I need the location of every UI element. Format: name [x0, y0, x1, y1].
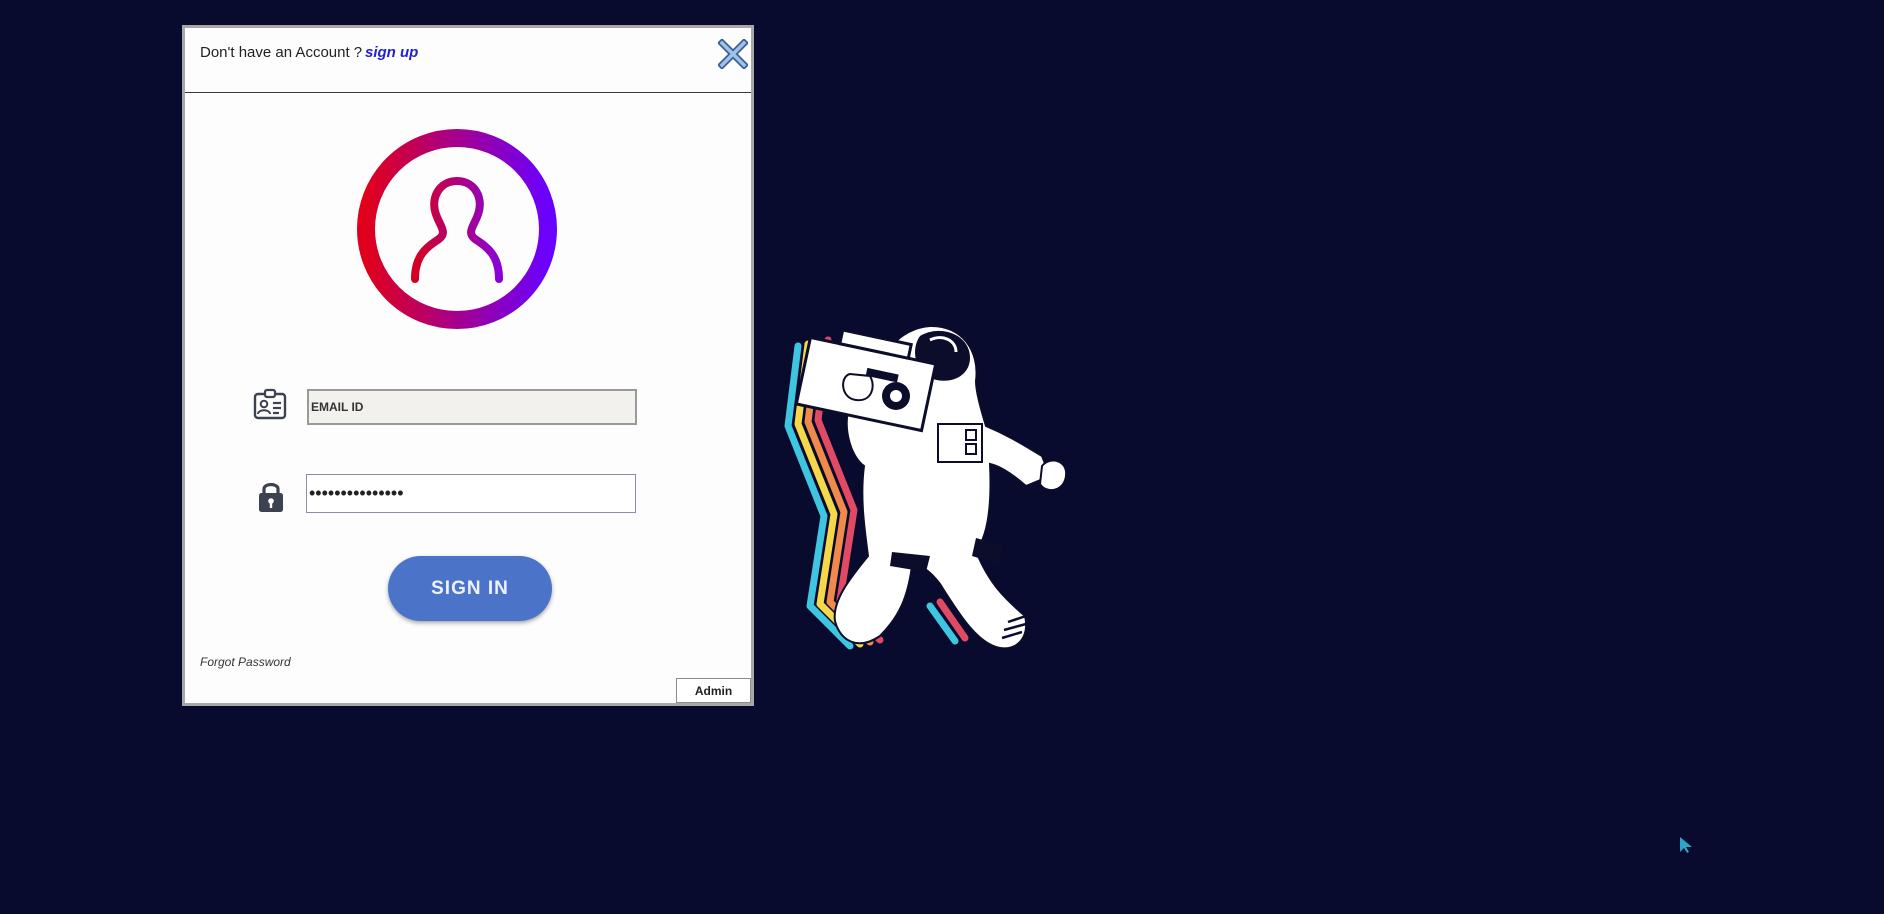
signin-button[interactable]: SIGN IN — [388, 556, 552, 621]
desktop: Don't have an Account ? sign up EMAIL ID… — [0, 0, 1884, 914]
id-card-icon — [253, 388, 287, 420]
login-window: Don't have an Account ? sign up EMAIL ID… — [182, 25, 754, 706]
account-prompt: Don't have an Account ? — [200, 44, 363, 61]
close-x-icon — [717, 38, 749, 70]
password-field[interactable] — [306, 474, 636, 513]
lock-icon — [259, 482, 283, 512]
admin-button[interactable]: Admin — [676, 678, 751, 703]
close-button[interactable] — [717, 38, 749, 70]
email-field[interactable] — [307, 389, 637, 425]
signup-link[interactable]: sign up — [365, 44, 418, 61]
astronaut-illustration — [784, 324, 1068, 650]
user-circle-icon — [357, 129, 557, 329]
mouse-cursor-icon — [1680, 837, 1692, 853]
forgot-password-link[interactable]: Forgot Password — [200, 655, 291, 669]
login-header: Don't have an Account ? sign up — [185, 28, 751, 93]
